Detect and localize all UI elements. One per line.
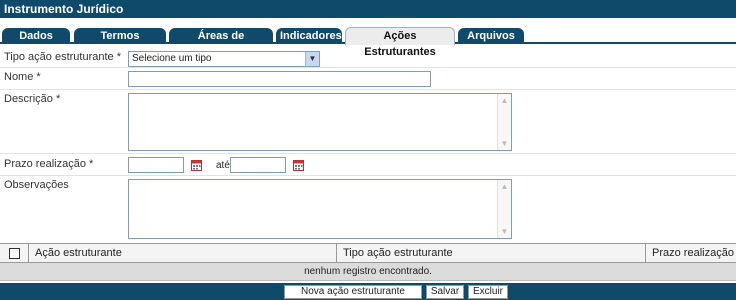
button-bar: Nova ação estruturante Salvar Excluir [0,283,736,300]
tab-arquivos[interactable]: Arquivos [458,28,524,44]
tipo-acao-row: Tipo ação estruturante * Selecione um ti… [0,46,736,68]
select-all-cell [0,244,28,262]
nome-label: Nome * [4,71,41,83]
chevron-down-icon[interactable]: ▼ [305,52,319,66]
observacoes-textarea[interactable]: ▲ ▼ [128,179,512,239]
nome-field[interactable] [128,71,431,87]
scroll-up-icon[interactable]: ▲ [498,94,511,107]
tab-acoes-estruturantes[interactable]: Ações Estruturantes [345,27,455,58]
delete-button[interactable]: Excluir [468,285,508,299]
select-all-checkbox[interactable] [9,248,20,259]
table-header: Ação estruturante Tipo ação estruturante… [0,243,736,263]
scroll-down-icon[interactable]: ▼ [498,225,511,238]
descricao-textarea[interactable]: ▲ ▼ [128,93,512,151]
calendar-icon[interactable] [293,160,304,171]
descricao-label: Descrição * [4,93,61,105]
calendar-icon[interactable] [191,160,202,171]
window-title: Instrumento Jurídico [0,0,736,18]
nova-acao-button[interactable]: Nova ação estruturante [284,285,422,299]
tipo-acao-label: Tipo ação estruturante * [4,51,121,63]
empty-table-message: nenhum registro encontrado. [0,263,736,281]
prazo-row: Prazo realização * até [0,154,736,176]
observacoes-scrollbar[interactable]: ▲ ▼ [497,180,511,238]
descricao-scrollbar[interactable]: ▲ ▼ [497,94,511,150]
observacoes-row: Observações ▲ ▼ [0,176,736,242]
prazo-to-field[interactable] [230,157,286,173]
observacoes-label: Observações [4,179,69,191]
scroll-down-icon[interactable]: ▼ [498,137,511,150]
tab-termos-aditivos[interactable]: Termos Aditivos [74,28,166,58]
column-header-prazo[interactable]: Prazo realização [645,244,736,262]
tab-areas-de-resultado[interactable]: Áreas de Resultado [169,28,273,58]
scroll-up-icon[interactable]: ▲ [498,180,511,193]
tab-dados-gerais[interactable]: Dados Gerais [2,28,70,58]
tipo-acao-select[interactable]: Selecione um tipo ▼ [128,51,320,67]
column-header-tipo[interactable]: Tipo ação estruturante [336,244,645,262]
nome-row: Nome * [0,68,736,90]
tab-indicadores[interactable]: Indicadores [276,28,342,44]
prazo-from-field[interactable] [128,157,184,173]
save-button[interactable]: Salvar [426,285,464,299]
tab-strip: Dados Gerais Termos Aditivos Áreas de Re… [0,18,736,58]
descricao-row: Descrição * ▲ ▼ [0,90,736,154]
column-header-acao[interactable]: Ação estruturante [28,244,336,262]
prazo-label: Prazo realização * [4,158,94,170]
ate-label: até [216,160,230,171]
